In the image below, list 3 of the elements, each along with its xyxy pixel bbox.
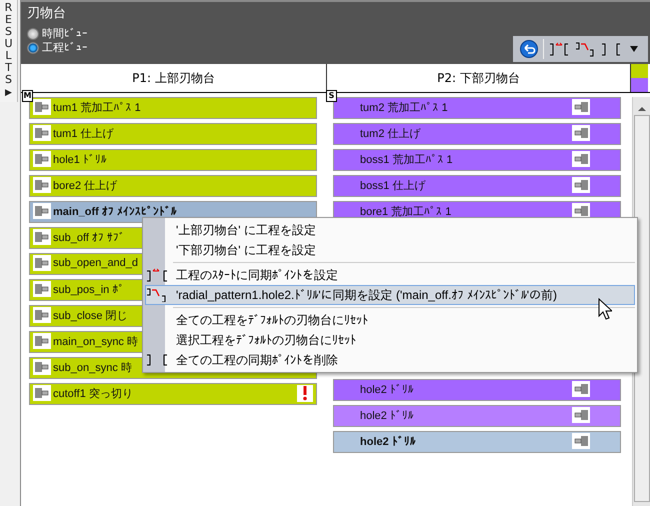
sub-spindle-badge: S — [326, 90, 337, 102]
panel-title: 刃物台 — [27, 5, 67, 22]
main-spindle-badge: M — [22, 90, 33, 102]
